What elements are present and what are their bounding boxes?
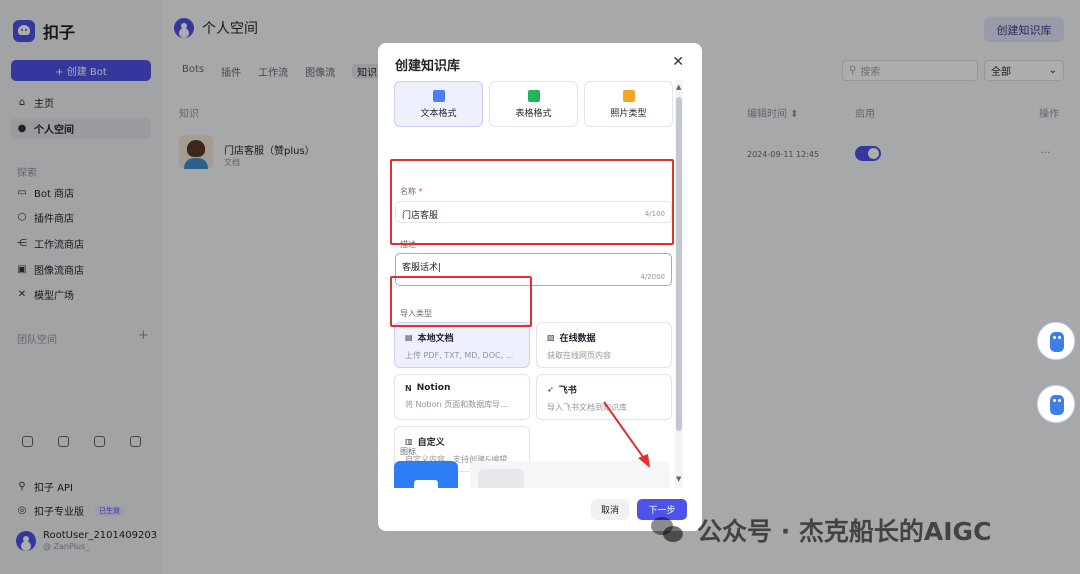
custom-icon: ▥ <box>405 437 413 446</box>
import-type-desc: 上传 PDF, TXT, MD, DOC, ... <box>405 351 514 360</box>
format-table-card[interactable]: 表格格式 <box>489 81 578 127</box>
scrollbar-thumb[interactable] <box>676 97 682 431</box>
format-label: 表格格式 <box>515 108 552 119</box>
photo-format-icon <box>622 89 635 102</box>
wechat-watermark: 公众号 · 杰克船长的AIGC <box>651 512 991 548</box>
floating-assistant-button[interactable] <box>1037 322 1075 360</box>
import-local-document[interactable]: ▤ 本地文档 上传 PDF, TXT, MD, DOC, ... <box>394 322 530 368</box>
table-format-icon <box>527 89 540 102</box>
text-format-icon <box>432 89 445 102</box>
import-type-title: 自定义 <box>417 438 445 448</box>
knowledge-icon-preview[interactable] <box>394 461 458 488</box>
close-icon[interactable]: ✕ <box>672 54 684 70</box>
annotation-arrow <box>603 401 650 468</box>
web-data-icon: ▧ <box>547 333 555 342</box>
floating-assistant-button[interactable] <box>1037 385 1075 423</box>
import-online-data[interactable]: ▧ 在线数据 获取在线网页内容 <box>536 322 672 368</box>
import-type-title: Notion <box>416 383 451 393</box>
format-text-card[interactable]: 文本格式 <box>394 81 483 127</box>
document-icon: ▤ <box>405 333 413 342</box>
import-type-title: 在线数据 <box>559 334 596 344</box>
scroll-down-icon[interactable]: ▼ <box>676 475 681 483</box>
import-type-title: 本地文档 <box>417 334 454 344</box>
scroll-up-icon[interactable]: ▲ <box>676 83 681 91</box>
annotation-box-name-desc <box>390 159 674 245</box>
notion-icon: N <box>405 383 412 393</box>
import-type-desc: 获取在线网页内容 <box>547 351 611 360</box>
description-counter: 4/2000 <box>640 273 665 281</box>
format-photo-card[interactable]: 照片类型 <box>584 81 673 127</box>
dialog-title: 创建知识库 <box>395 59 461 74</box>
icon-field-label: 图标 <box>400 447 416 456</box>
import-type-title: 飞书 <box>558 386 577 396</box>
cancel-button[interactable]: 取消 <box>591 499 629 520</box>
description-value: 客服话术 <box>402 263 439 273</box>
format-label: 照片类型 <box>610 108 647 119</box>
feishu-icon: ➶ <box>547 385 554 394</box>
watermark-text: 公众号 · 杰克船长的AIGC <box>697 517 992 546</box>
format-label: 文本格式 <box>420 108 457 119</box>
wechat-icon <box>651 515 687 545</box>
import-notion[interactable]: N Notion 将 Notion 页面和数据库导... <box>394 374 530 420</box>
import-type-desc: 将 Notion 页面和数据库导... <box>405 400 508 409</box>
annotation-box-local-doc <box>390 276 532 327</box>
